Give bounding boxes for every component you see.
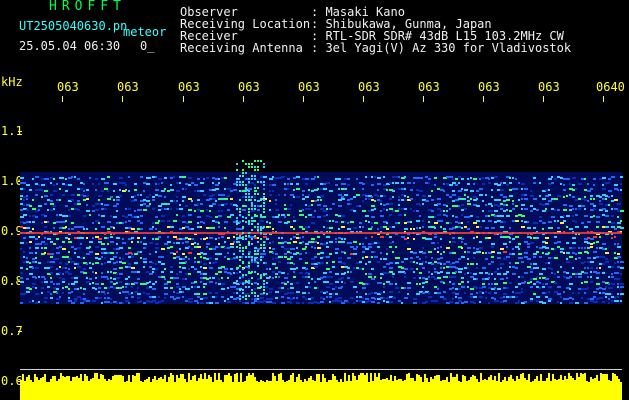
time-tick xyxy=(423,96,424,102)
time-tick xyxy=(483,96,484,102)
time-tick xyxy=(543,96,544,102)
hrofft-window: HROFFT UT2505040630.pn meteor 25.05.04 0… xyxy=(0,0,629,400)
carrier-line xyxy=(20,232,622,234)
time-tick xyxy=(183,96,184,102)
freq-tick xyxy=(18,331,22,332)
time-tick xyxy=(363,96,364,102)
time-tick xyxy=(122,96,123,102)
time-tick xyxy=(243,96,244,102)
freq-tick xyxy=(18,131,22,132)
spectrogram-plot xyxy=(18,96,624,400)
amplitude-baseline xyxy=(20,369,622,370)
amplitude-bar xyxy=(20,373,622,400)
time-tick xyxy=(62,96,63,102)
time-tick xyxy=(303,96,304,102)
time-tick xyxy=(603,96,604,102)
noise-texture xyxy=(20,172,624,304)
